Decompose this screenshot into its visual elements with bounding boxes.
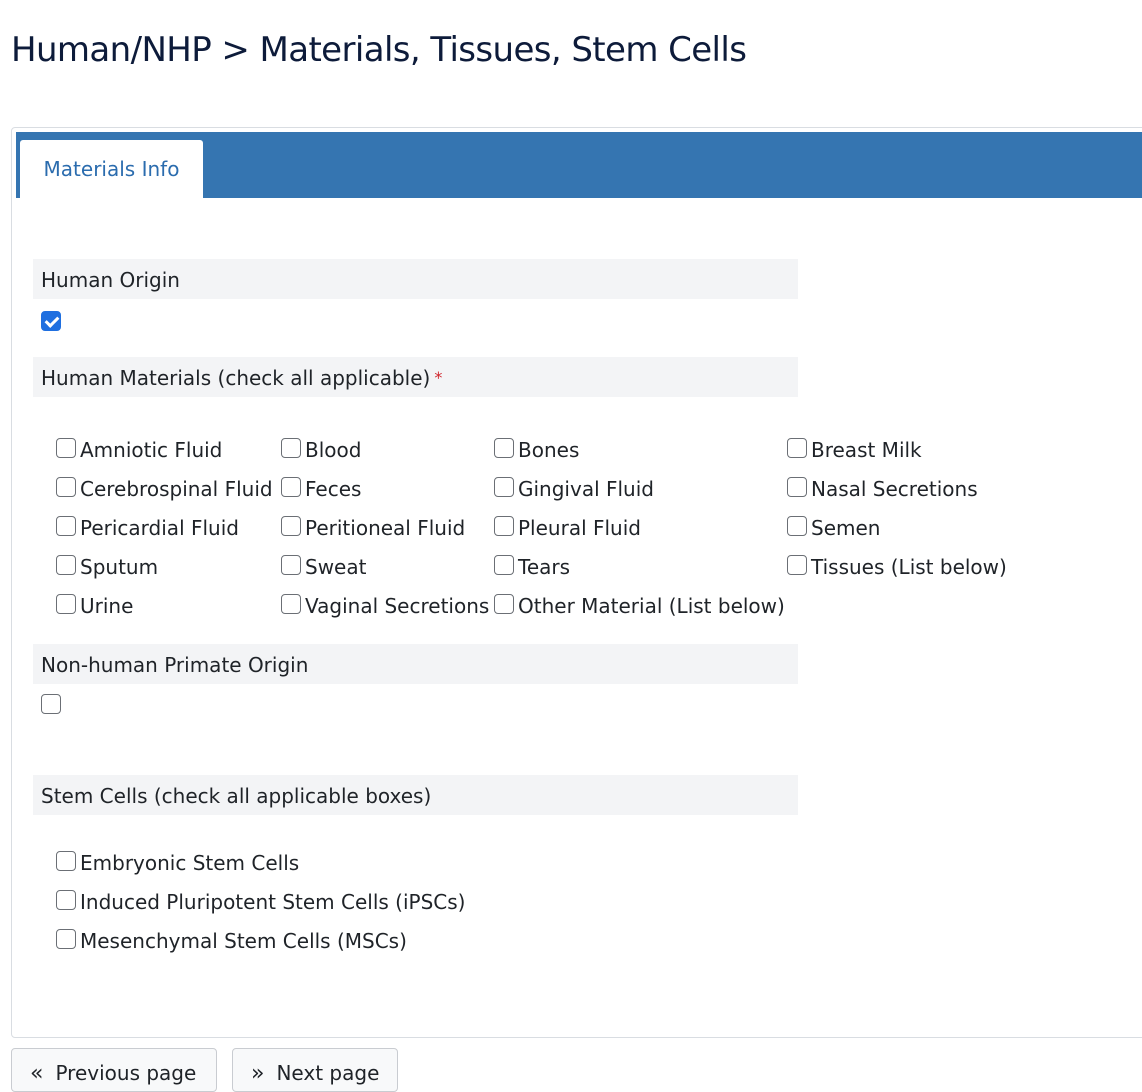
stem-cell-option[interactable]: Mesenchymal Stem Cells (MSCs) — [56, 925, 407, 953]
material-checkbox[interactable] — [281, 477, 301, 497]
material-label: Sputum — [80, 555, 159, 579]
stem-cell-label: Embryonic Stem Cells — [80, 851, 300, 875]
material-option[interactable]: Other Material (List below) — [494, 590, 785, 618]
required-marker: * — [434, 368, 443, 387]
stem-cell-checkbox[interactable] — [56, 851, 76, 871]
material-label: Peritioneal Fluid — [305, 516, 466, 540]
material-option[interactable]: Urine — [56, 590, 133, 618]
material-label: Other Material (List below) — [518, 594, 785, 618]
nhp-origin-checkbox[interactable] — [41, 694, 61, 714]
material-checkbox[interactable] — [494, 555, 514, 575]
stem-cell-option[interactable]: Embryonic Stem Cells — [56, 847, 299, 875]
material-label: Pericardial Fluid — [80, 516, 239, 540]
material-label: Amniotic Fluid — [80, 438, 223, 462]
material-label: Blood — [305, 438, 362, 462]
material-option[interactable]: Tissues (List below) — [787, 551, 1007, 579]
tab-bar: Materials Info — [16, 132, 1142, 198]
material-label: Vaginal Secretions — [305, 594, 490, 618]
material-checkbox[interactable] — [494, 594, 514, 614]
human-origin-checkbox[interactable] — [41, 310, 61, 331]
material-option[interactable]: Feces — [281, 473, 361, 501]
stem-cell-label: Induced Pluripotent Stem Cells (iPSCs) — [80, 890, 466, 914]
material-option[interactable]: Pleural Fluid — [494, 512, 641, 540]
material-label: Tears — [518, 555, 571, 579]
previous-page-button[interactable]: « Previous page — [11, 1048, 217, 1092]
material-checkbox[interactable] — [281, 555, 301, 575]
material-label: Nasal Secretions — [811, 477, 978, 501]
material-label: Sweat — [305, 555, 367, 579]
page-title: Human/NHP > Materials, Tissues, Stem Cel… — [11, 30, 747, 70]
next-page-label: Next page — [276, 1061, 380, 1085]
material-option[interactable]: Semen — [787, 512, 880, 540]
material-label: Feces — [305, 477, 362, 501]
material-checkbox[interactable] — [56, 438, 76, 458]
stem-cell-checkbox[interactable] — [56, 890, 76, 910]
material-checkbox[interactable] — [787, 516, 807, 536]
material-option[interactable]: Cerebrospinal Fluid — [56, 473, 273, 501]
material-label: Gingival Fluid — [518, 477, 654, 501]
material-checkbox[interactable] — [281, 516, 301, 536]
material-checkbox[interactable] — [56, 594, 76, 614]
next-page-button[interactable]: » Next page — [232, 1048, 398, 1092]
material-checkbox[interactable] — [56, 516, 76, 536]
nhp-origin-label: Non-human Primate Origin — [41, 653, 309, 677]
previous-page-label: Previous page — [55, 1061, 197, 1085]
material-option[interactable]: Sweat — [281, 551, 366, 579]
material-label: Pleural Fluid — [518, 516, 641, 540]
material-option[interactable]: Gingival Fluid — [494, 473, 654, 501]
material-label: Semen — [811, 516, 881, 540]
material-option[interactable]: Tears — [494, 551, 570, 579]
stem-cells-label: Stem Cells (check all applicable boxes) — [41, 784, 432, 808]
material-option[interactable]: Bones — [494, 434, 579, 462]
double-chevron-right-icon: » — [251, 1061, 265, 1086]
tab-materials-info[interactable]: Materials Info — [20, 140, 203, 198]
material-label: Bones — [518, 438, 580, 462]
stem-cell-option[interactable]: Induced Pluripotent Stem Cells (iPSCs) — [56, 886, 465, 914]
material-checkbox[interactable] — [56, 555, 76, 575]
stem-cells-header: Stem Cells (check all applicable boxes) — [33, 775, 798, 815]
material-option[interactable]: Peritioneal Fluid — [281, 512, 465, 540]
material-checkbox[interactable] — [281, 594, 301, 614]
material-label: Breast Milk — [811, 438, 922, 462]
human-materials-header: Human Materials (check all applicable) * — [33, 357, 798, 397]
material-option[interactable]: Nasal Secretions — [787, 473, 978, 501]
material-label: Urine — [80, 594, 134, 618]
stem-cell-label: Mesenchymal Stem Cells (MSCs) — [80, 929, 407, 953]
material-checkbox[interactable] — [494, 477, 514, 497]
human-origin-header: Human Origin — [33, 259, 798, 299]
stem-cell-checkbox[interactable] — [56, 929, 76, 949]
material-option[interactable]: Sputum — [56, 551, 158, 579]
material-option[interactable]: Breast Milk — [787, 434, 922, 462]
material-checkbox[interactable] — [494, 438, 514, 458]
material-label: Cerebrospinal Fluid — [80, 477, 273, 501]
material-option[interactable]: Amniotic Fluid — [56, 434, 222, 462]
material-checkbox[interactable] — [56, 477, 76, 497]
material-checkbox[interactable] — [494, 516, 514, 536]
material-checkbox[interactable] — [281, 438, 301, 458]
material-option[interactable]: Pericardial Fluid — [56, 512, 239, 540]
nhp-origin-header: Non-human Primate Origin — [33, 644, 798, 684]
double-chevron-left-icon: « — [30, 1061, 44, 1086]
material-checkbox[interactable] — [787, 438, 807, 458]
human-materials-label: Human Materials (check all applicable) — [41, 366, 431, 390]
material-checkbox[interactable] — [787, 555, 807, 575]
human-origin-label: Human Origin — [41, 268, 180, 292]
material-option[interactable]: Vaginal Secretions — [281, 590, 489, 618]
material-checkbox[interactable] — [787, 477, 807, 497]
material-label: Tissues (List below) — [811, 555, 1007, 579]
material-option[interactable]: Blood — [281, 434, 361, 462]
